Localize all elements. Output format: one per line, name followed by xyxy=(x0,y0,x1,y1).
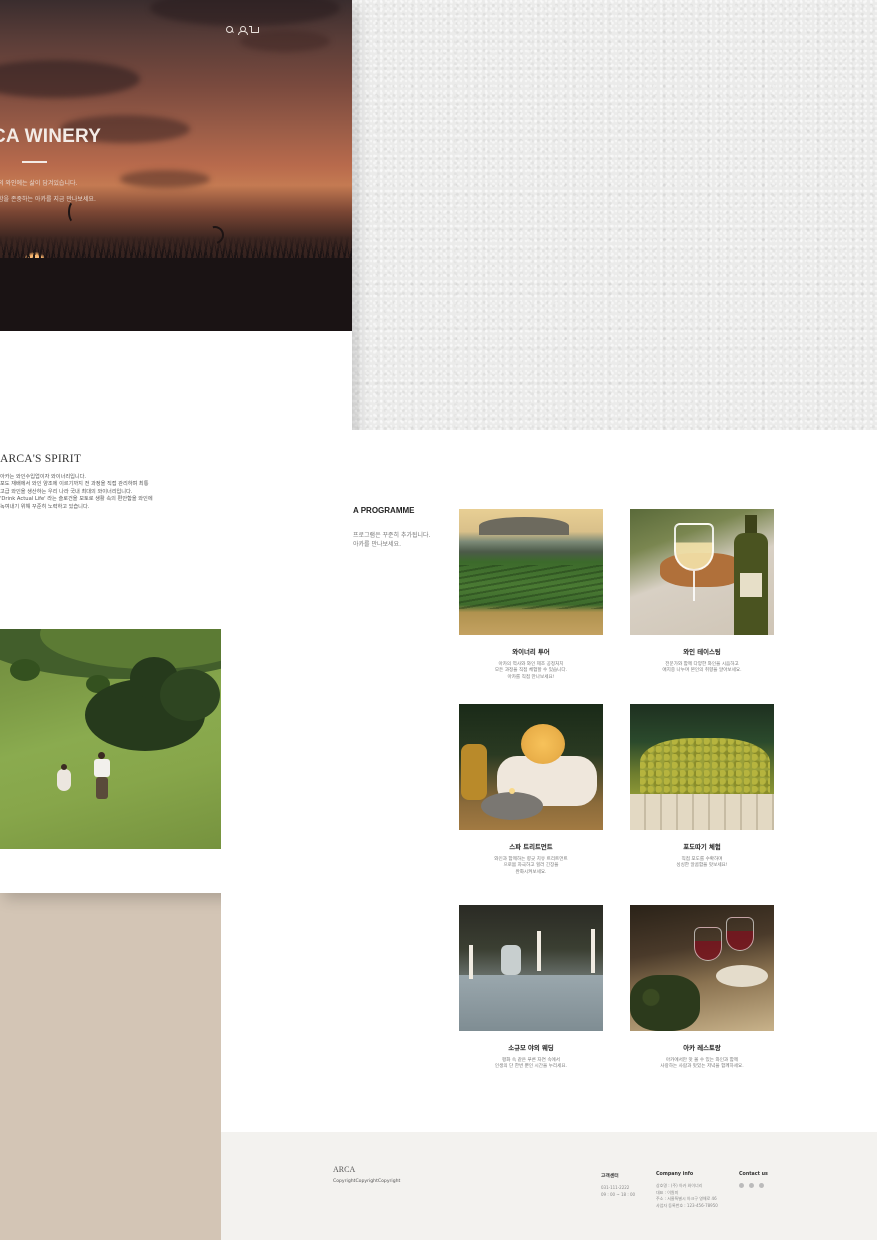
footer: ARCA CopyrightCopyrightCopyright 고객센터 03… xyxy=(221,1132,877,1240)
spirit-body: 아카는 와인수입업이자 와이너리입니다. 포도 재배에서 와인 양조에 이르기까… xyxy=(0,474,200,511)
spirit-line: 포도 재배에서 와인 양조에 이르기까지 전 과정을 직접 관리하며 최통 xyxy=(0,481,149,488)
footer-copyright: CopyrightCopyrightCopyright xyxy=(333,1179,401,1184)
footer-hours: 09 : 00 ~ 18 : 00 xyxy=(601,1191,636,1197)
card-title: 포도따기 체험 xyxy=(683,843,721,851)
programme-card-wine-tasting[interactable]: 와인 테이스팅 전문가와 함께 다양한 와인을 시음하고 애지중 나누며 본인의… xyxy=(630,509,774,675)
footer-contact: Contact us xyxy=(739,1172,768,1188)
programme-description: 프로그램은 꾸준히 추가됩니다. xyxy=(353,532,431,539)
mockup-programme-page: A PROGRAMME 프로그램은 꾸준히 추가됩니다. 아카를 만나보세요. … xyxy=(221,430,877,1240)
social-icon[interactable] xyxy=(759,1183,764,1188)
footer-cs-center: 고객센터 031-111-2222 09 : 00 ~ 18 : 00 xyxy=(601,1172,635,1198)
bride-figure xyxy=(57,769,71,791)
hero-divider xyxy=(22,161,47,163)
programme-card-restaurant[interactable]: 아카 레스토랑 아카에서만 맛 볼 수 있는 와인과 함께 사랑하는 사람과 맛… xyxy=(630,905,774,1071)
footer-logo[interactable]: ARCA xyxy=(333,1165,355,1174)
social-icon[interactable] xyxy=(749,1183,754,1188)
card-title: 아카 레스토랑 xyxy=(683,1044,721,1052)
footer-heading: 고객센터 xyxy=(601,1174,619,1179)
spirit-line: 'Drink Actual Life' 라는 슬로건을 모토로 생활 속의 편안… xyxy=(0,496,153,503)
programme-card-outdoor-wedding[interactable]: 소규모 야외 웨딩 평화 속 같은 푸른 자연 속에서 인생의 단 한번 뿐인 … xyxy=(459,905,603,1071)
programme-card-winery-tour[interactable]: 와이너리 투어 아카의 역사와 와인 제조 공정처치 모든 과정을 직접 체험할… xyxy=(459,509,603,681)
card-description: 직접 포도를 수확하며 싱싱한 알콤함을 맛보세요! xyxy=(676,857,728,869)
vineyard-photo xyxy=(459,509,603,635)
hero-sunset-image: CA WINERY 의 와인에는 삶이 담겨있습니다. 함을 존중하는 아카를 … xyxy=(0,0,352,331)
footer-info-line: 사업자 등록번호 : 123-456-78950 xyxy=(656,1202,718,1208)
beige-background-panel xyxy=(0,893,221,1240)
header-icons xyxy=(226,26,259,35)
paper-texture-background xyxy=(352,0,877,430)
social-icon[interactable] xyxy=(739,1183,744,1188)
restaurant-photo xyxy=(630,905,774,1031)
outdoor-wedding-photo xyxy=(459,905,603,1031)
wine-tasting-photo xyxy=(630,509,774,635)
programme-description: 아카를 만나보세요. xyxy=(353,541,401,548)
kite-icon xyxy=(68,200,82,224)
spirit-line: 녹여내기 위해 꾸준히 노력하고 있습니다. xyxy=(0,503,90,510)
footer-heading: Contact us xyxy=(739,1172,768,1177)
footer-phone: 031-111-2222 xyxy=(601,1185,630,1190)
social-links xyxy=(739,1183,768,1188)
spirit-title: ARCA'S SPIRIT xyxy=(0,453,82,465)
search-icon[interactable] xyxy=(226,26,234,34)
programme-card-spa-treatment[interactable]: 스파 트리트먼트 와인과 함께하는 향긋 치유 트리트먼트 으로몸 자극하고 힐… xyxy=(459,704,603,876)
card-description: 아카에서만 맛 볼 수 있는 와인과 함께 사랑하는 사람과 맛있는 저녁을 함… xyxy=(660,1058,744,1070)
programme-card-grape-picking[interactable]: 포도따기 체험 직접 포도를 수확하며 싱싱한 알콤함을 맛보세요! xyxy=(630,704,774,870)
card-description: 평화 속 같은 푸른 자연 속에서 인생의 단 한번 뿐인 시간을 누리세요. xyxy=(494,1058,568,1070)
user-icon[interactable] xyxy=(238,26,248,35)
card-title: 소규모 야외 웨딩 xyxy=(508,1044,554,1052)
programme-title: A PROGRAMME xyxy=(353,506,415,515)
hero-title: CA WINERY xyxy=(0,126,102,147)
spa-photo xyxy=(459,704,603,830)
grape-harvest-photo xyxy=(630,704,774,830)
footer-heading: Company info xyxy=(656,1172,694,1177)
footer-info-line: 상호명 : (주) 아카 와이너리 xyxy=(656,1183,703,1188)
card-description: 아카의 역사와 와인 제조 공정처치 모든 과정을 직접 체험할 수 있습니다.… xyxy=(494,662,568,680)
cart-icon[interactable] xyxy=(249,26,259,34)
card-title: 와인 테이스팅 xyxy=(683,648,721,656)
hero-subtitle: 함을 존중하는 아카를 지금 만나보세요. xyxy=(0,196,96,203)
card-title: 와이너리 투어 xyxy=(512,648,550,656)
card-description: 전문가와 함께 다양한 와인을 시음하고 애지중 나누며 본인의 취향을 알아보… xyxy=(662,662,742,674)
groom-figure xyxy=(94,759,110,777)
card-description: 와인과 함께하는 향긋 치유 트리트먼트 으로몸 자극하고 힐러 긴장을 완화시… xyxy=(494,857,568,875)
hero-subtitle: 의 와인에는 삶이 담겨있습니다. xyxy=(0,180,78,187)
card-title: 스파 트리트먼트 xyxy=(509,843,553,851)
footer-company-info: Company info 상호명 : (주) 아카 와이너리 대표 : 이원미 … xyxy=(656,1172,718,1209)
footer-info-line: 주소 : 서울특별시 아크구 영해로 46 xyxy=(656,1196,717,1202)
